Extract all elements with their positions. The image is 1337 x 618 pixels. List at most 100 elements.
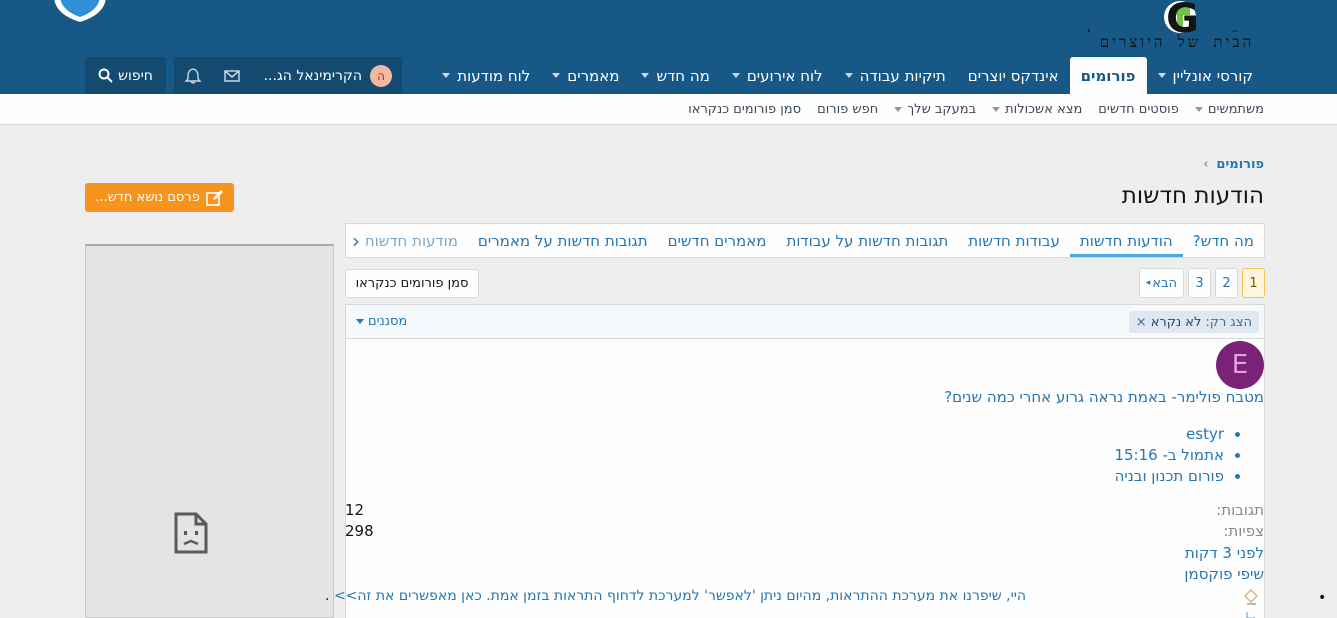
tab-2[interactable]: עבודות חדשות [958, 224, 1070, 257]
nav-tab-7[interactable]: לוח מודעות [431, 57, 541, 94]
nav-tab-2[interactable]: אינדקס יוצרים [957, 57, 1070, 94]
subnav-item-label: במעקב שלך [907, 102, 977, 117]
mark-forums-read-button[interactable]: סמן פורומים כנקראו [345, 269, 479, 298]
next-page-button[interactable]: הבא ◂ [1138, 268, 1184, 298]
subnav-item-4[interactable]: חפש פורום [817, 102, 878, 117]
nav-tab-4[interactable]: לוח אירועים [721, 57, 834, 94]
chevron-down-icon[interactable] [552, 73, 561, 78]
nav-tab-6[interactable]: מאמרים [541, 57, 630, 94]
user-avatar[interactable]: ה [370, 64, 392, 87]
tab-3[interactable]: תגובות חדשות על עבודות [776, 224, 958, 257]
nav-tab-3[interactable]: תיקיות עבודה [834, 57, 957, 94]
filter-chip-prefix: הצג רק: [1205, 314, 1252, 330]
thread-start-date[interactable]: אתמול ב- 15:16 [1114, 445, 1224, 466]
broken-page-icon [174, 512, 208, 554]
page-2-button[interactable]: 2 [1215, 268, 1238, 298]
post-new-thread-button[interactable]: פרסם נושא חדש... [85, 183, 234, 212]
next-page-label: הבא [1152, 275, 1177, 291]
tabs-scroll-left-icon[interactable]: ‹ [346, 224, 366, 257]
chevron-down-icon[interactable] [731, 73, 740, 78]
page-3-button[interactable]: 3 [1188, 268, 1211, 298]
user-name[interactable]: הקרימינאל הג... [264, 68, 362, 84]
main-nav: קורסי אונליין פורומים אינדקס יוצרים תיקיות … [431, 57, 1264, 94]
notification-snippet[interactable]: היי, שיפרנו את מערכת ההתראות, מהיום ניתן… [284, 588, 1026, 604]
remove-filter-icon[interactable]: × [1136, 315, 1147, 330]
search-button[interactable]: חיפוש [85, 57, 166, 94]
filter-bar: הצג רק: לא נקרא × מסננים [345, 304, 1265, 339]
nav-tab-5[interactable]: מה חדש [630, 57, 720, 94]
list-bullet: • [1318, 590, 1327, 606]
nav-tab-label: קורסי אונליין [1172, 66, 1254, 85]
nav-tab-0[interactable]: קורסי אונליין [1147, 57, 1265, 94]
subnav-item-0[interactable]: משתמשים [1194, 102, 1264, 117]
last-post-time[interactable]: לפני 3 דקות [1185, 544, 1264, 562]
ad-placeholder [85, 244, 334, 618]
search-label: חיפוש [118, 67, 153, 84]
chevron-down-icon[interactable] [844, 73, 853, 78]
filter-chip-value: לא נקרא [1150, 314, 1202, 330]
nav-tab-1[interactable]: פורומים [1069, 57, 1147, 94]
tab-0[interactable]: מה חדש? [1183, 224, 1264, 257]
views-count: 298 [345, 522, 374, 540]
tab-6[interactable]: מודעות חדשות [355, 224, 468, 257]
site-header: PR G PROG הבית של היוצרים קורסי אונלייןפ… [0, 0, 1337, 94]
nav-tab-label: אינדקס יוצרים [967, 66, 1059, 85]
tab-1[interactable]: הודעות חדשות [1069, 224, 1183, 257]
nav-tab-label: מה חדש [656, 66, 710, 85]
thread-forum-link[interactable]: פורום תכנון ובניה [1114, 466, 1224, 487]
tab-4[interactable]: מאמרים חדשים [658, 224, 777, 257]
nav-tab-label: פורומים [1080, 66, 1136, 85]
chevron-down-icon[interactable] [442, 73, 451, 78]
shield-logo-icon[interactable] [50, 0, 110, 22]
envelope-icon[interactable] [223, 67, 241, 85]
filters-menu[interactable]: מסננים [356, 314, 407, 329]
subnav-item-label: חפש פורום [817, 102, 879, 117]
subnav-item-3[interactable]: במעקב שלך [894, 102, 976, 117]
chevron-down-icon[interactable] [1157, 73, 1166, 78]
nav-tab-label: מאמרים [567, 66, 620, 85]
breadcrumb-chevron-icon: › [1203, 157, 1209, 172]
replies-count: 12 [345, 501, 365, 519]
last-poster-link[interactable]: שיפי פוקסמן [1184, 565, 1264, 583]
breadcrumb-forums[interactable]: פורומים [1216, 157, 1264, 172]
chevron-down-icon[interactable] [1194, 107, 1203, 112]
notification-logo-icon [1244, 589, 1258, 618]
tab-5[interactable]: תגובות חדשות על מאמרים [468, 224, 658, 257]
subnav-item-label: משתמשים [1207, 102, 1264, 117]
filters-label: מסננים [368, 314, 408, 329]
sub-nav: משתמשים פוסטים חדשים מצא אשכולות במעקב שלך ח… [688, 94, 1264, 125]
nav-tab-label: תיקיות עבודה [859, 66, 946, 85]
subnav-item-1[interactable]: פוסטים חדשים [1098, 102, 1179, 117]
notification-snippet-text[interactable]: היי, שיפרנו את מערכת ההתראות, מהיום ניתן… [334, 588, 1026, 604]
sub-nav-bar: משתמשים פוסטים חדשים מצא אשכולות במעקב שלך ח… [0, 94, 1337, 125]
page-1-button[interactable]: 1 [1242, 268, 1265, 298]
edit-icon [206, 189, 223, 206]
post-button-label: פרסם נושא חדש... [95, 190, 200, 205]
subnav-item-5[interactable]: סמן פורומים כנקראו [688, 102, 801, 117]
subnav-item-2[interactable]: מצא אשכולות [992, 102, 1082, 117]
thread-author-avatar[interactable]: E [1216, 341, 1264, 389]
pagination: 1 2 3 הבא ◂ [1138, 268, 1265, 298]
filters-caret-icon [356, 319, 364, 324]
whats-new-tabs: מה חדש? הודעות חדשות עבודות חדשות תגובות חד… [345, 223, 1265, 258]
caret-left-icon: ◂ [1145, 278, 1151, 288]
user-account-menu[interactable]: ה הקרימינאל הג... [174, 57, 402, 94]
subnav-item-label: פוסטים חדשים [1098, 102, 1179, 117]
subnav-item-label: סמן פורומים כנקראו [688, 102, 802, 117]
nav-tab-label: לוח אירועים [746, 66, 823, 85]
replies-label: תגובות: [1216, 501, 1264, 519]
search-icon [98, 68, 113, 83]
views-label: צפיות: [1223, 522, 1264, 540]
chevron-down-icon[interactable] [992, 107, 1001, 112]
unread-filter-chip[interactable]: הצג רק: לא נקרא × [1128, 311, 1259, 333]
thread-title-link[interactable]: מטבח פולימר- באמת נראה גרוע אחרי כמה שני… [944, 388, 1264, 406]
notification-snippet-end: . [325, 588, 330, 604]
thread-meta: estyr אתמול ב- 15:16 פורום תכנון ובניה [1114, 424, 1239, 487]
chevron-down-icon[interactable] [641, 73, 650, 78]
chevron-down-icon[interactable] [894, 107, 903, 112]
subnav-item-label: מצא אשכולות [1005, 102, 1083, 117]
nav-tab-label: לוח מודעות [457, 66, 531, 85]
thread-author-link[interactable]: estyr [1114, 424, 1224, 445]
breadcrumb: פורומים › [1203, 157, 1264, 172]
bell-icon[interactable] [184, 67, 202, 85]
